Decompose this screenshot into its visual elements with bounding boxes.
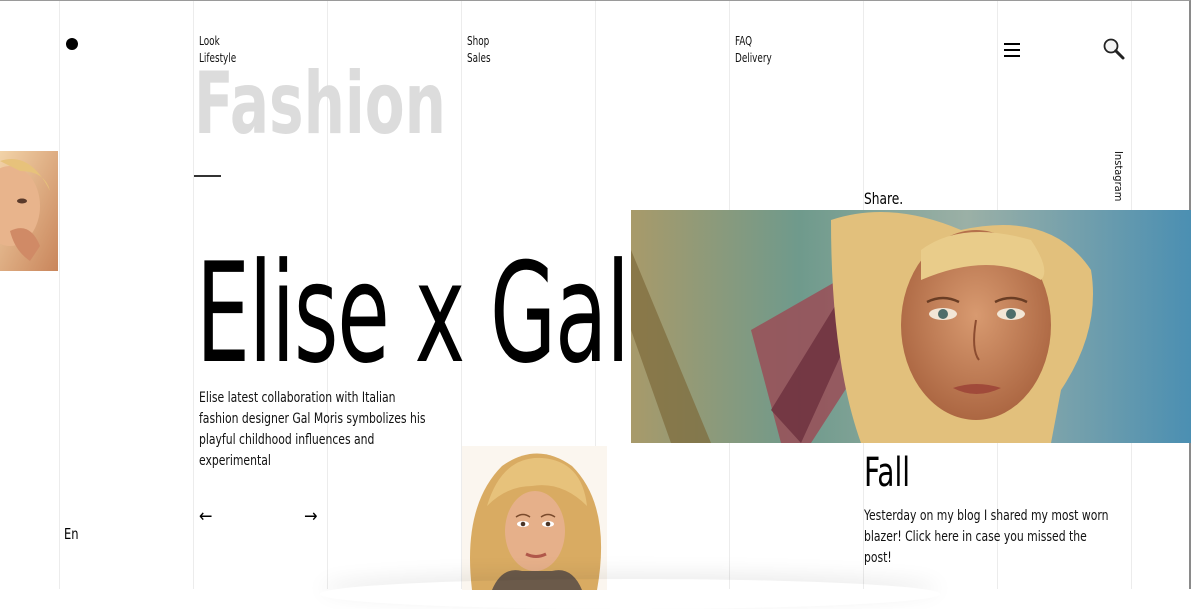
next-arrow-icon[interactable]: → [304, 506, 318, 527]
bottom-shadow [320, 579, 940, 609]
nav-link-faq[interactable]: FAQ [735, 33, 772, 50]
post-title: Fall [864, 450, 911, 496]
side-thumbnail-image[interactable] [0, 151, 58, 271]
post-text[interactable]: Yesterday on my blog I shared my most wo… [864, 506, 1113, 569]
logo-dot-icon[interactable] [66, 38, 78, 50]
nav-column-3: FAQ Delivery [735, 33, 772, 67]
nav-link-look[interactable]: Look [199, 33, 236, 50]
prev-arrow-icon[interactable]: ← [199, 506, 213, 527]
nav-link-sales[interactable]: Sales [467, 50, 491, 67]
portrait-image[interactable] [462, 446, 607, 590]
nav-link-shop[interactable]: Shop [467, 33, 491, 50]
grid-line [59, 1, 60, 589]
divider-dash [194, 175, 221, 177]
instagram-link[interactable]: Instagram [1112, 151, 1125, 201]
search-icon[interactable] [1102, 37, 1126, 61]
hamburger-menu-icon[interactable] [1004, 43, 1020, 57]
nav-column-2: Shop Sales [467, 33, 491, 67]
hero-title: Elise x Gal [196, 233, 630, 394]
language-switcher[interactable]: En [64, 525, 79, 543]
share-link[interactable]: Share. [864, 189, 903, 208]
nav-link-delivery[interactable]: Delivery [735, 50, 772, 67]
hero-description: Elise latest collaboration with Italian … [199, 390, 426, 469]
fashion-watermark: Fashion [194, 54, 446, 154]
hero-photo [631, 210, 1191, 443]
